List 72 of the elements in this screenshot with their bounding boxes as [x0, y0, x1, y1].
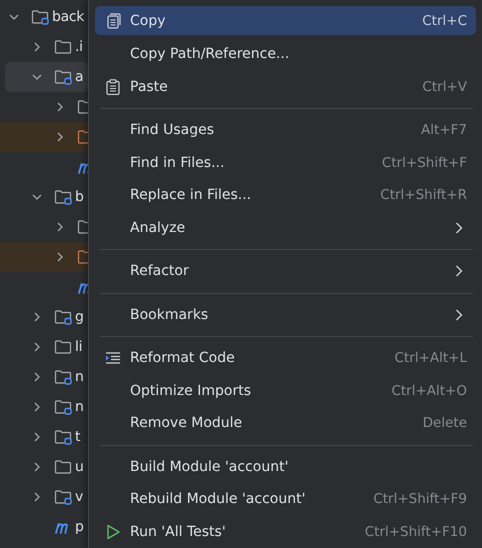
menu-item[interactable]: Rebuild Module 'account' Ctrl+Shift+F9	[95, 483, 476, 516]
chevron-right-icon[interactable]	[32, 342, 42, 352]
reformat-icon	[105, 350, 121, 366]
menu-item-label: Run 'All Tests'	[130, 524, 227, 540]
tree-label: n	[75, 399, 84, 415]
menu-item[interactable]: Copy Ctrl+C	[95, 6, 476, 35]
shortcut-label: Ctrl+V	[422, 78, 467, 95]
tree-label: .i	[75, 39, 83, 55]
shortcut-label: Ctrl+Shift+F10	[364, 524, 467, 540]
shortcut-label: Ctrl+Shift+F9	[373, 491, 467, 508]
menu-item-label: Remove Module	[130, 415, 244, 432]
tree-label: t	[75, 429, 80, 445]
menu-item-label: Paste	[130, 78, 169, 95]
tree-label: li	[75, 339, 82, 355]
chevron-right-icon[interactable]	[32, 372, 42, 382]
chevron-right-icon[interactable]	[55, 222, 65, 232]
chevron-right-icon[interactable]	[55, 102, 65, 112]
shortcut-label: Ctrl+Alt+L	[394, 350, 467, 366]
menu-item[interactable]: Bookmarks	[95, 298, 476, 331]
chevron-right-icon[interactable]	[32, 432, 42, 442]
shortcut-label: Ctrl+Shift+F	[382, 154, 467, 171]
chevron-down-icon[interactable]	[32, 72, 42, 82]
copy-icon	[105, 12, 121, 28]
menu-item-label: Analyze	[130, 220, 186, 236]
chevron-right-icon[interactable]	[55, 132, 65, 142]
tree-label: v	[75, 489, 83, 505]
tree-label: g	[75, 309, 84, 325]
chevron-right-icon[interactable]	[32, 312, 42, 322]
menu-item[interactable]: Replace in Files... Ctrl+Shift+R	[95, 179, 476, 212]
menu-item[interactable]: Optimize Imports Ctrl+Alt+O	[95, 374, 476, 407]
tree-label: b	[75, 189, 84, 205]
menu-item[interactable]: Refactor	[95, 255, 476, 288]
shortcut-label: Ctrl+C	[422, 12, 467, 28]
play-icon	[105, 524, 121, 540]
tree-label: u	[75, 459, 84, 475]
menu-item[interactable]: Paste Ctrl+V	[95, 70, 476, 103]
menu-item-label: Bookmarks	[130, 306, 210, 323]
menu-item[interactable]: Remove Module Delete	[95, 407, 476, 440]
menu-item[interactable]: Reformat Code Ctrl+Alt+L	[95, 342, 476, 374]
chevron-right-icon[interactable]	[32, 492, 42, 502]
tree-label: p	[75, 519, 84, 535]
tree-row-selected[interactable]: a	[5, 62, 88, 92]
menu-item[interactable]: Build Module 'account'	[95, 450, 476, 483]
menu-item-label: Copy	[130, 12, 167, 28]
menu-item[interactable]: Run 'All Tests' Ctrl+Shift+F10	[95, 516, 476, 548]
chevron-right-icon[interactable]	[32, 402, 42, 412]
shortcut-label: Ctrl+Shift+R	[380, 187, 467, 204]
menu-item-label: Build Module 'account'	[130, 458, 290, 475]
menu-item-label: Reformat Code	[130, 350, 236, 366]
shortcut-label: Ctrl+Alt+O	[391, 382, 467, 399]
tree-label: back	[52, 9, 84, 25]
tree-label: a	[75, 69, 84, 85]
menu-item[interactable]: Analyze	[95, 212, 476, 244]
clipboard-icon	[105, 78, 121, 95]
menu-item-label: Copy Path/Reference...	[130, 46, 290, 62]
shortcut-label: Delete	[422, 415, 467, 432]
chevron-right-icon[interactable]	[32, 462, 42, 472]
menu-item-label: Find in Files...	[130, 154, 226, 171]
menu-item[interactable]: Find in Files... Ctrl+Shift+F	[95, 146, 476, 179]
menu-item[interactable]: Copy Path/Reference...	[95, 38, 476, 70]
chevron-down-icon[interactable]	[9, 12, 19, 22]
menu-item-label: Optimize Imports	[130, 382, 252, 399]
tree-label: n	[75, 369, 84, 385]
chevron-down-icon[interactable]	[32, 192, 42, 202]
chevron-right-icon[interactable]	[32, 42, 42, 52]
menu-item-label: Replace in Files...	[130, 187, 252, 204]
menu-item-label: Refactor	[130, 263, 190, 280]
shortcut-label: Alt+F7	[421, 122, 467, 138]
menu-item[interactable]: Find Usages Alt+F7	[95, 114, 476, 146]
menu-item-label: Rebuild Module 'account'	[130, 491, 306, 508]
menu-item-label: Find Usages	[130, 122, 216, 138]
chevron-right-icon[interactable]	[55, 252, 65, 262]
